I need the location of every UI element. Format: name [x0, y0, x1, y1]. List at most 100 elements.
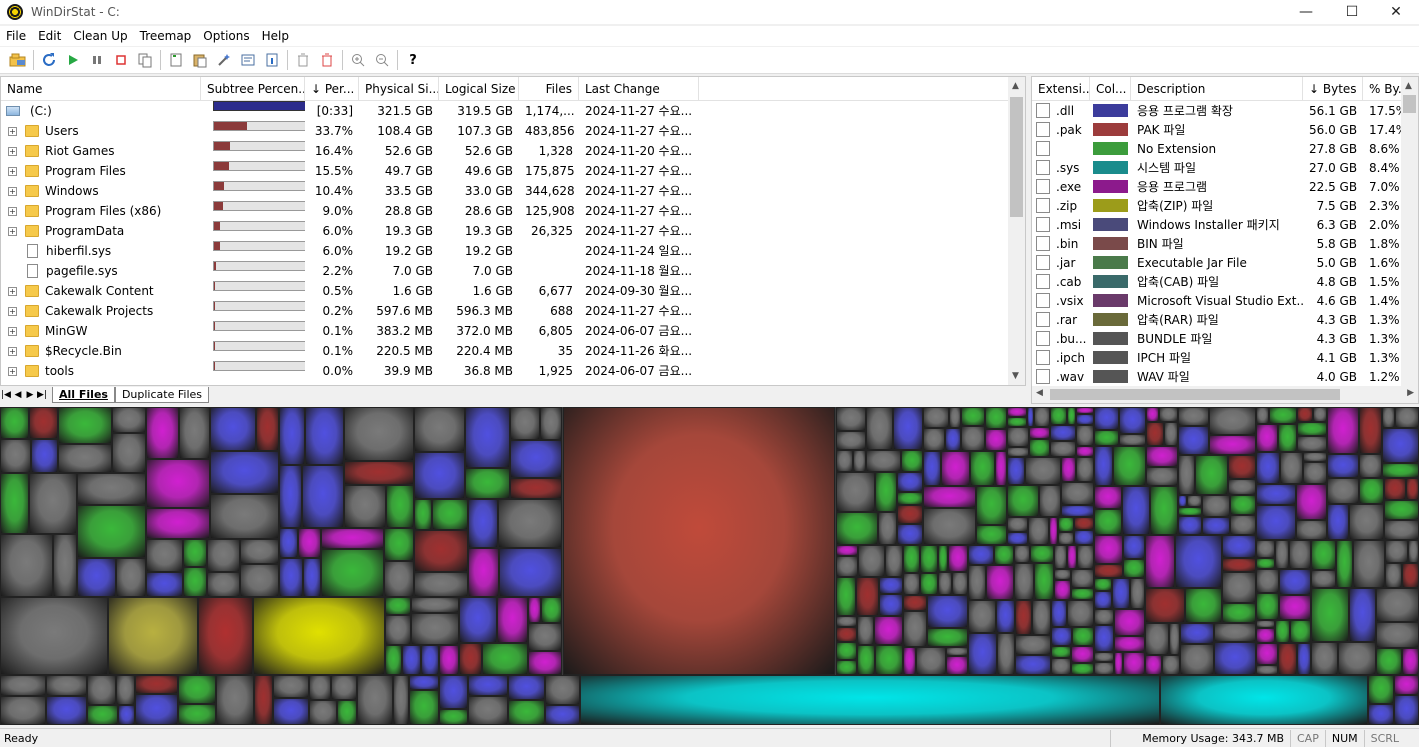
treemap-cell[interactable]: [116, 675, 135, 705]
treemap-cell[interactable]: [1094, 652, 1114, 662]
treemap-cell[interactable]: [1051, 646, 1071, 658]
treemap-cell[interactable]: [874, 616, 903, 645]
stop-icon[interactable]: [109, 49, 133, 71]
treemap-cell[interactable]: [1279, 569, 1311, 595]
treemap-cell[interactable]: [1228, 479, 1256, 495]
copy-path-icon[interactable]: [133, 49, 157, 71]
treemap-cell[interactable]: [1178, 507, 1202, 516]
treemap-cell[interactable]: [897, 505, 923, 524]
pause-icon[interactable]: [85, 49, 109, 71]
expand-icon[interactable]: +: [8, 326, 17, 336]
treemap-cell[interactable]: [210, 494, 279, 539]
treemap-cell[interactable]: [0, 696, 46, 725]
treemap-cell[interactable]: [321, 528, 384, 549]
treemap-cell[interactable]: [510, 407, 540, 440]
treemap-cell[interactable]: [240, 539, 279, 564]
treemap-cell[interactable]: [897, 472, 923, 492]
treemap-cell[interactable]: [1202, 517, 1230, 535]
treemap-cell[interactable]: [941, 451, 970, 486]
treemap-cell[interactable]: [46, 675, 87, 696]
ext-row[interactable]: .cab 압축(CAB) 파일 4.8 GB 1.5%: [1032, 272, 1418, 291]
treemap-cell[interactable]: [1289, 540, 1311, 569]
ext-row[interactable]: .wav WAV 파일 4.0 GB 1.2%: [1032, 367, 1418, 386]
treemap-cell[interactable]: [1077, 545, 1094, 569]
zoom-out-icon[interactable]: [370, 49, 394, 71]
treemap-cell[interactable]: [946, 647, 968, 656]
treemap-cell[interactable]: [58, 444, 112, 473]
treemap-cell[interactable]: [1395, 407, 1419, 428]
treemap-cell[interactable]: [1146, 446, 1178, 467]
treemap-cell[interactable]: [1256, 505, 1296, 540]
treemap-cell[interactable]: [1119, 407, 1146, 434]
treemap-cell[interactable]: [0, 534, 53, 597]
treemap-cell[interactable]: [1178, 426, 1209, 455]
treemap-cell[interactable]: [386, 485, 414, 528]
treemap-cell[interactable]: [253, 597, 385, 675]
treemap-cell[interactable]: [1178, 495, 1187, 507]
treemap-cell[interactable]: [528, 651, 562, 675]
treemap-cell[interactable]: [1145, 623, 1169, 655]
treemap-cell[interactable]: [1050, 407, 1067, 425]
treemap-cell[interactable]: [875, 645, 903, 675]
ext-row[interactable]: .zip 압축(ZIP) 파일 7.5 GB 2.3%: [1032, 196, 1418, 215]
treemap-cell[interactable]: [1222, 572, 1256, 603]
treemap-cell[interactable]: [1007, 447, 1029, 457]
treemap-cell[interactable]: [1222, 535, 1256, 558]
treemap-cell[interactable]: [1359, 407, 1382, 454]
treemap-cell[interactable]: [1050, 441, 1076, 457]
treemap-cell[interactable]: [1067, 545, 1077, 569]
treemap-cell[interactable]: [1311, 588, 1349, 642]
treemap-cell[interactable]: [116, 558, 146, 597]
treemap-cell[interactable]: [923, 451, 941, 486]
col-files[interactable]: Files: [519, 77, 579, 101]
treemap-cell[interactable]: [305, 407, 344, 465]
menu-file[interactable]: File: [0, 29, 32, 43]
treemap-cell[interactable]: [1094, 625, 1114, 652]
tab-duplicate-files[interactable]: Duplicate Files: [114, 387, 209, 403]
treemap-cell[interactable]: [968, 633, 997, 675]
treemap-cell[interactable]: [1015, 655, 1051, 675]
treemap-cell[interactable]: [1222, 603, 1256, 623]
treemap-cell[interactable]: [903, 545, 920, 573]
treemap-cell[interactable]: [836, 472, 875, 512]
treemap-cell[interactable]: [1094, 564, 1123, 578]
ext-row[interactable]: .jar Executable Jar File 5.0 GB 1.6%: [1032, 253, 1418, 272]
treemap-cell[interactable]: [1269, 407, 1297, 424]
treemap-cell[interactable]: [1185, 588, 1222, 623]
expand-icon[interactable]: +: [8, 226, 17, 236]
treemap-cell[interactable]: [414, 452, 465, 499]
treemap-cell[interactable]: [1256, 665, 1278, 675]
treemap-cell[interactable]: [949, 407, 961, 428]
tree-scrollbar[interactable]: ▲ ▼: [1008, 77, 1025, 385]
treemap-cell[interactable]: [1180, 623, 1214, 644]
treemap-cell[interactable]: [1338, 642, 1376, 675]
tree-row[interactable]: + $Recycle.Bin 0.1% 220.5 MB 220.4 MB 35 2024-…: [1, 341, 1025, 361]
treemap-cell[interactable]: [985, 429, 1007, 451]
treemap-cell[interactable]: [1007, 532, 1028, 545]
treemap-cell[interactable]: [1327, 454, 1359, 478]
treemap-cell[interactable]: [497, 597, 528, 643]
treemap-cell[interactable]: [411, 597, 459, 613]
treemap-cell[interactable]: [385, 597, 411, 615]
treemap-cell[interactable]: [321, 549, 384, 597]
tree-row[interactable]: + Cakewalk Projects 0.2% 597.6 MB 596.3 MB 68…: [1, 301, 1025, 321]
treemap-cell[interactable]: [1275, 620, 1290, 643]
treemap-cell[interactable]: [903, 647, 916, 675]
treemap-cell[interactable]: [948, 545, 968, 572]
treemap-cell[interactable]: [53, 534, 77, 597]
treemap-cell[interactable]: [976, 486, 1007, 525]
treemap-cell[interactable]: [344, 461, 414, 485]
ext-hscrollbar[interactable]: ◀ ▶: [1032, 386, 1418, 403]
treemap-cell[interactable]: [465, 468, 510, 499]
treemap-cell[interactable]: [968, 565, 986, 600]
treemap-cell[interactable]: [901, 450, 923, 472]
treemap-cell[interactable]: [135, 694, 178, 725]
treemap-cell[interactable]: [1028, 517, 1049, 545]
treemap-cell[interactable]: [1039, 485, 1061, 517]
tab-all-files[interactable]: All Files: [52, 387, 115, 403]
treemap-cell[interactable]: [856, 577, 879, 616]
treemap-cell[interactable]: [1406, 478, 1419, 500]
treemap-cell[interactable]: [1222, 558, 1256, 572]
treemap-cell[interactable]: [468, 548, 499, 597]
treemap-cell[interactable]: [994, 545, 1014, 565]
